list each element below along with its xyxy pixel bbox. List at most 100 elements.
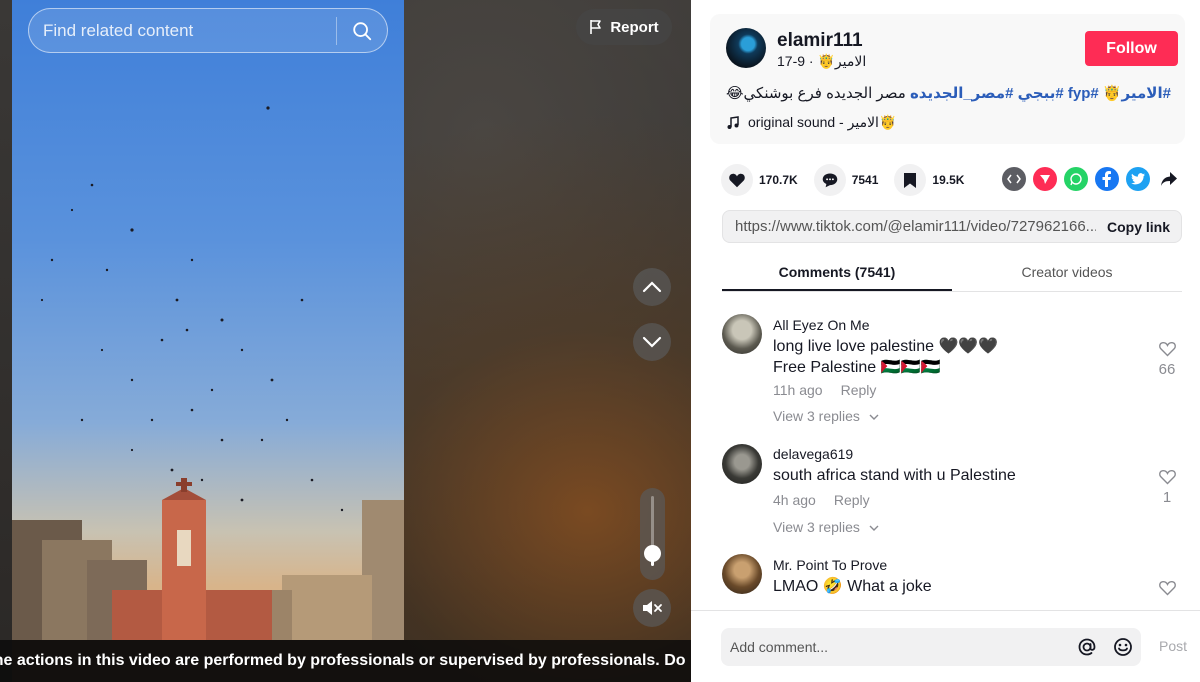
flag-icon [590, 20, 602, 34]
sound-link[interactable]: original sound - الامير🤴 [726, 114, 896, 131]
comment-input-box[interactable] [721, 628, 1141, 666]
chevron-up-icon [642, 281, 662, 293]
view-replies-label: View 3 replies [773, 408, 860, 424]
post-comment-button[interactable]: Post [1159, 638, 1187, 654]
next-video-button[interactable] [633, 323, 671, 361]
comment-like[interactable] [1152, 579, 1182, 600]
mute-button[interactable] [633, 589, 671, 627]
report-label: Report [610, 18, 659, 36]
chevron-down-icon [642, 336, 662, 348]
pane-tabs: Comments (7541) Creator videos [722, 254, 1182, 292]
follow-button[interactable]: Follow [1085, 31, 1178, 66]
like-action[interactable]: 170.7K [721, 164, 798, 196]
comment-line: Free Palestine 🇵🇸🇵🇸🇵🇸 [773, 359, 941, 376]
comment-like-count: 66 [1158, 361, 1176, 378]
video-pane[interactable]: Report The actions in this video are per… [0, 0, 691, 682]
volume-slider[interactable] [640, 488, 665, 580]
comment-like[interactable]: 66 [1152, 340, 1182, 378]
commenter-avatar[interactable] [722, 554, 762, 594]
mention-button[interactable] [1069, 637, 1105, 657]
sound-title: original sound - الامير🤴 [748, 114, 897, 130]
commenter-name[interactable]: delavega619 [773, 446, 853, 462]
video-warning-banner: The actions in this video are performed … [0, 640, 691, 682]
comment-text: long live love palestine 🖤🖤🖤 Free Palest… [773, 336, 998, 378]
like-count: 170.7K [759, 173, 798, 187]
hashtag-link[interactable]: #مصر_الجديده [910, 85, 1013, 102]
comment-like-count: 1 [1162, 489, 1172, 506]
twitter-icon[interactable] [1126, 167, 1150, 191]
heart-outline-icon [1158, 341, 1176, 357]
previous-video-button[interactable] [633, 268, 671, 306]
comment-item: Mr. Point To Prove LMAO 🤣 What a joke [722, 541, 1182, 605]
comment-button[interactable] [813, 164, 846, 196]
facebook-icon[interactable] [1095, 167, 1119, 191]
share-buttons [1002, 167, 1181, 191]
details-pane: elamir111 الامير🤴 · 9-17 Follow #الامير🤴… [691, 0, 1200, 682]
like-button[interactable] [721, 164, 753, 196]
comment-list[interactable]: All Eyez On Me long live love palestine … [722, 300, 1182, 605]
heart-outline-icon [1158, 580, 1176, 596]
comment-meta: 11h ago Reply [773, 382, 876, 398]
view-replies-button[interactable]: View 3 replies [773, 408, 879, 424]
reply-button[interactable]: Reply [841, 382, 877, 398]
emoji-button[interactable] [1105, 637, 1141, 657]
creator-avatar[interactable] [726, 28, 766, 68]
hashtag-link[interactable]: #fyp [1068, 85, 1099, 102]
save-button[interactable] [894, 164, 927, 196]
commenter-avatar[interactable] [722, 444, 762, 484]
commenter-name[interactable]: All Eyez On Me [773, 317, 869, 333]
comment-icon [822, 173, 837, 188]
search-bar[interactable] [28, 8, 388, 53]
comment-text: LMAO 🤣 What a joke [773, 576, 932, 597]
comment-like[interactable]: 1 [1152, 468, 1182, 506]
video-player[interactable] [12, 0, 404, 682]
commenter-name[interactable]: Mr. Point To Prove [773, 557, 887, 573]
chevron-down-icon [869, 414, 879, 420]
post-date: 9-17 [777, 53, 806, 69]
search-input[interactable] [29, 20, 336, 41]
creator-username[interactable]: elamir111 [777, 30, 863, 52]
emoji-smile-icon [1114, 638, 1132, 656]
creator-display-name: الامير🤴 [817, 53, 867, 69]
video-warning-text: The actions in this video are performed … [0, 652, 691, 669]
comment-line: long live love palestine 🖤🖤🖤 [773, 338, 999, 355]
share-arrow-icon[interactable] [1157, 167, 1181, 191]
copy-link-button[interactable]: Copy link [1096, 219, 1181, 235]
tab-creator-videos[interactable]: Creator videos [952, 254, 1182, 291]
comment-text: south africa stand with u Palestine [773, 465, 1016, 486]
view-replies-label: View 3 replies [773, 519, 860, 535]
embed-icon[interactable] [1002, 167, 1026, 191]
comment-meta: 4h ago Reply [773, 492, 870, 508]
heart-icon [729, 173, 745, 188]
search-button[interactable] [337, 8, 387, 53]
report-button[interactable]: Report [576, 9, 672, 45]
volume-thumb[interactable] [644, 545, 661, 562]
heart-outline-icon [1158, 469, 1176, 485]
meta-separator: · [805, 53, 814, 69]
comment-composer: Post [691, 610, 1200, 682]
tab-comments[interactable]: Comments (7541) [722, 254, 952, 291]
app-root: Report The actions in this video are per… [0, 0, 1200, 682]
comment-line: LMAO 🤣 What a joke [773, 578, 932, 595]
hashtag-link[interactable]: #الامير🤴 [1103, 85, 1171, 102]
video-link-box[interactable]: https://www.tiktok.com/@elamir111/video/… [722, 210, 1182, 243]
whatsapp-icon[interactable] [1064, 167, 1088, 191]
comment-action[interactable]: 7541 [813, 164, 879, 196]
commenter-avatar[interactable] [722, 314, 762, 354]
comment-count: 7541 [851, 173, 879, 187]
send-icon[interactable] [1033, 167, 1057, 191]
comment-time: 11h ago [773, 382, 823, 398]
view-replies-button[interactable]: View 3 replies [773, 519, 879, 535]
at-sign-icon [1078, 638, 1096, 656]
music-note-icon [727, 115, 739, 129]
save-action[interactable]: 19.5K [894, 164, 964, 196]
chevron-down-icon [869, 525, 879, 531]
reply-button[interactable]: Reply [834, 492, 870, 508]
hashtag-link[interactable]: #ببجي [1018, 85, 1064, 102]
comment-item: All Eyez On Me long live love palestine … [722, 300, 1182, 430]
save-count: 19.5K [932, 173, 965, 187]
caption-text: مصر الجديده فرع بوشنكي😂 [726, 85, 906, 102]
comment-input[interactable] [721, 639, 1069, 655]
engagement-bar: 170.7K 7541 19.5K [721, 164, 980, 196]
video-url[interactable]: https://www.tiktok.com/@elamir111/video/… [723, 218, 1096, 235]
